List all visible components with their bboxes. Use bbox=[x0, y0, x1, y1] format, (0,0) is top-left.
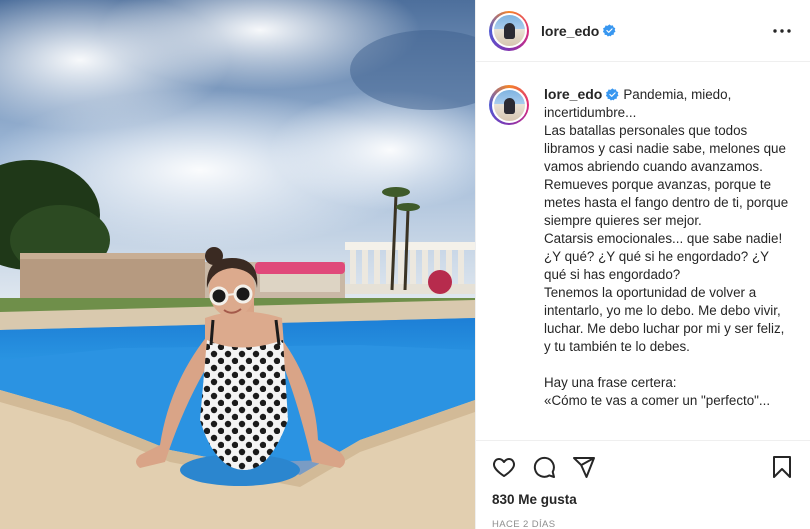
caption-avatar-image bbox=[493, 89, 525, 121]
avatar[interactable] bbox=[489, 10, 529, 51]
post-header: lore_edo bbox=[476, 0, 810, 62]
likes-count[interactable]: 830 Me gusta bbox=[492, 492, 794, 507]
post-timestamp[interactable]: HACE 2 DÍAS bbox=[492, 519, 794, 529]
caption-username[interactable]: lore_edo bbox=[544, 86, 602, 102]
action-icons bbox=[492, 441, 794, 493]
caption-verified-badge-icon bbox=[606, 88, 619, 101]
post-caption: lore_edo Pandemia, miedo, incertidumbre..… bbox=[544, 85, 794, 440]
more-options-icon[interactable] bbox=[770, 19, 794, 43]
header-username[interactable]: lore_edo bbox=[541, 23, 599, 39]
post-photo[interactable] bbox=[0, 0, 475, 529]
comment-icon[interactable] bbox=[532, 455, 556, 479]
verified-badge-icon bbox=[603, 24, 616, 37]
heart-icon[interactable] bbox=[492, 455, 516, 479]
instagram-post: lore_edo lore_edo Pandemia, miedo, incert… bbox=[0, 0, 810, 529]
caption-avatar[interactable] bbox=[489, 85, 529, 125]
post-side-panel: lore_edo lore_edo Pandemia, miedo, incert… bbox=[475, 0, 810, 529]
photo-illustration bbox=[0, 0, 475, 529]
caption-text: Pandemia, miedo, incertidumbre... Las ba… bbox=[544, 87, 789, 408]
avatar-image bbox=[493, 15, 525, 46]
caption-area: lore_edo Pandemia, miedo, incertidumbre..… bbox=[476, 63, 810, 440]
post-actions: 830 Me gusta HACE 2 DÍAS bbox=[476, 440, 810, 529]
paper-plane-icon[interactable] bbox=[572, 455, 596, 479]
bookmark-icon[interactable] bbox=[770, 455, 794, 479]
